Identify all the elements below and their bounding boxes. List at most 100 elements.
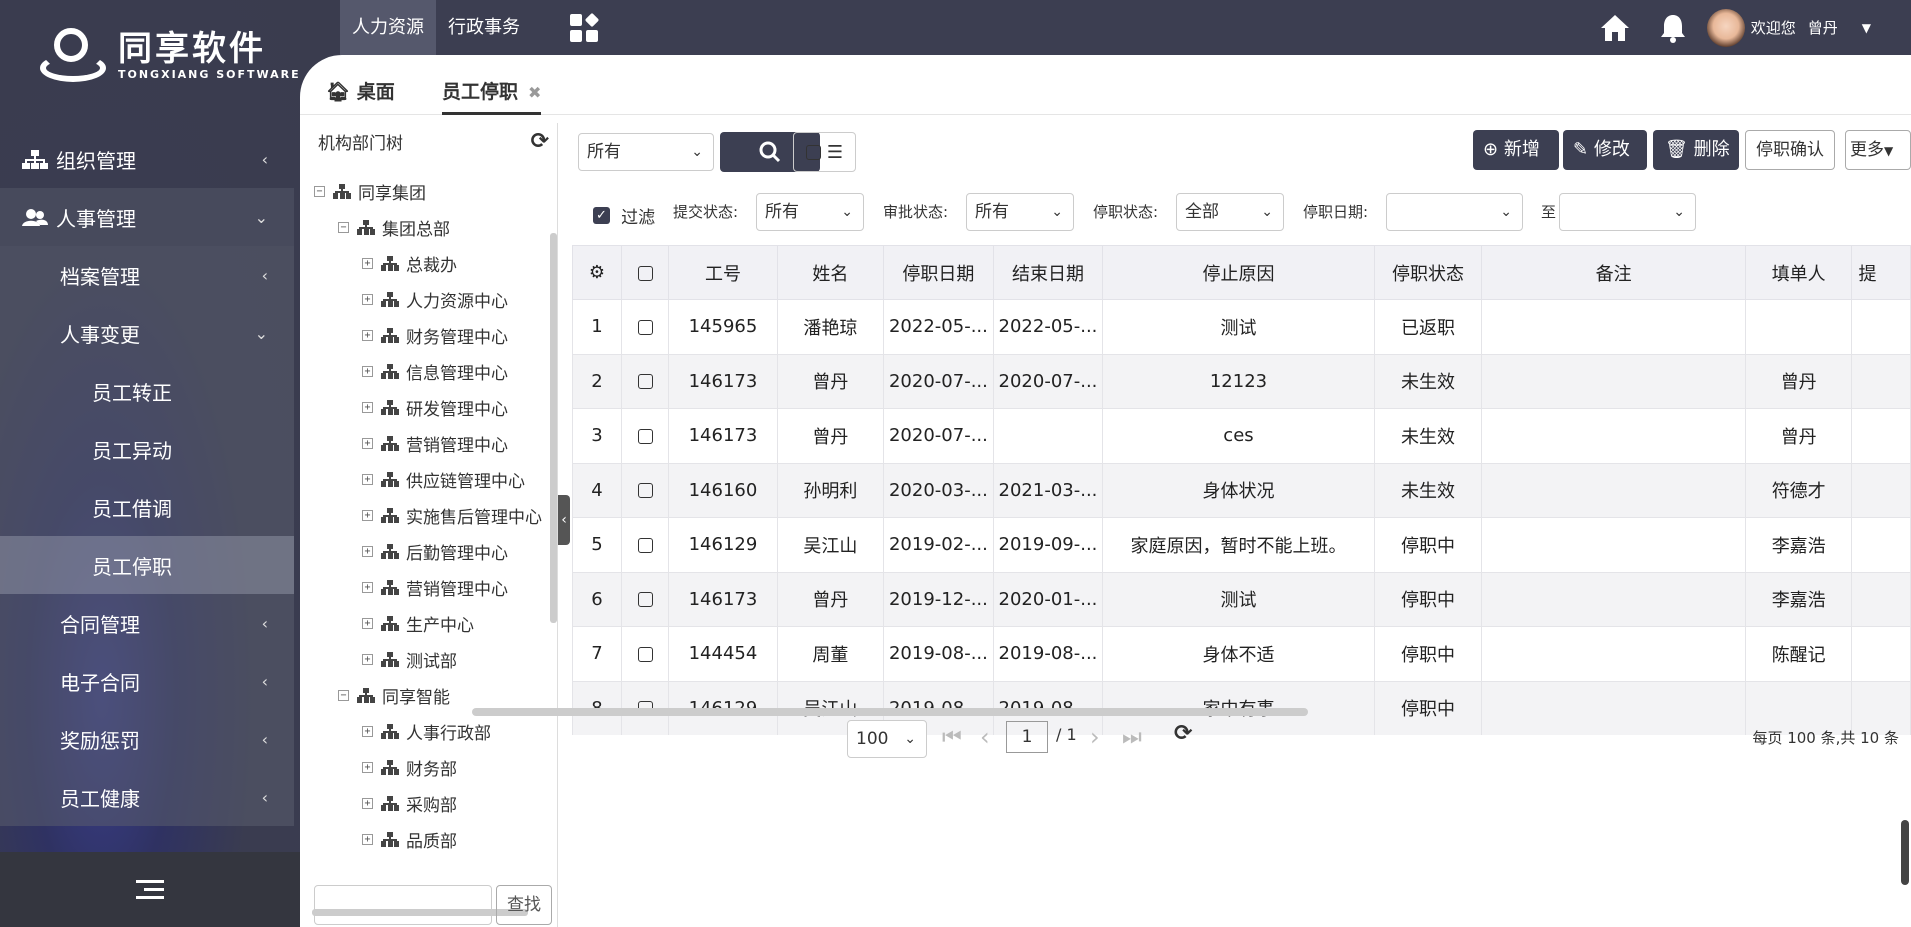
tree-node[interactable]: − 集团总部 — [308, 209, 554, 245]
tree-node[interactable]: + 研发管理中心 — [308, 389, 554, 425]
expand-icon[interactable]: + — [362, 329, 373, 341]
expand-icon[interactable]: + — [362, 833, 373, 845]
close-tab-icon[interactable]: ✖ — [528, 83, 541, 102]
tab-employee-suspension[interactable]: 员工停职 ✖ — [442, 77, 542, 115]
sidebar-item-1[interactable]: 人事管理 ⌄ — [0, 188, 294, 246]
expand-icon[interactable]: + — [362, 653, 373, 665]
tree-search-input[interactable] — [314, 885, 492, 925]
scope-select[interactable]: 所有 ⌄ — [578, 133, 714, 171]
expand-icon[interactable]: + — [362, 473, 373, 485]
date-to-select[interactable]: ⌄ — [1559, 193, 1696, 231]
tree-node[interactable]: + 供应链管理中心 — [308, 461, 554, 497]
collapse-icon[interactable]: − — [338, 221, 349, 233]
prev-page-icon[interactable]: ‹ — [980, 723, 990, 751]
table-row[interactable]: 1 145965 潘艳琼 2022-05-... 2022-05-... 测试 已返职 — [572, 299, 1911, 355]
tree-node[interactable]: + 营销管理中心 — [308, 425, 554, 461]
suspend-status-select[interactable]: 全部 ⌄ — [1176, 193, 1284, 231]
expand-icon[interactable]: + — [362, 401, 373, 413]
col-submit[interactable]: 提 — [1851, 245, 1911, 300]
delete-button[interactable]: 🗑︎ 删除 — [1653, 130, 1739, 170]
row-checkbox[interactable] — [620, 299, 670, 355]
row-checkbox[interactable] — [620, 353, 670, 409]
expand-icon[interactable]: + — [362, 365, 373, 377]
row-checkbox[interactable] — [620, 626, 670, 682]
table-row[interactable]: 6 146173 曾丹 2019-12-... 2020-01-... 测试 停职中 李嘉浩 — [572, 571, 1911, 627]
sidebar-item-9[interactable]: 电子合同 ‹ — [0, 652, 294, 710]
table-row[interactable]: 2 146173 曾丹 2020-07-... 2020-07-... 12123 未生效曾… — [572, 353, 1911, 409]
sidebar-item-7[interactable]: 员工停职 — [0, 536, 294, 594]
tree-node[interactable]: + 人力资源中心 — [308, 281, 554, 317]
expand-icon[interactable]: + — [362, 797, 373, 809]
expand-icon[interactable]: + — [362, 293, 373, 305]
table-row[interactable]: 4 146160 孙明利 2020-03-... 2021-03-... 身体状况 未生效 符… — [572, 462, 1911, 518]
expand-icon[interactable]: + — [362, 581, 373, 593]
tree-node[interactable]: + 后勤管理中心 — [308, 533, 554, 569]
tree-scrollbar[interactable] — [550, 233, 557, 623]
expand-icon[interactable]: + — [362, 437, 373, 449]
tree-node[interactable]: + 采购部 — [308, 785, 554, 821]
home-icon[interactable] — [1599, 13, 1631, 43]
submit-status-select[interactable]: 所有 ⌄ — [756, 193, 864, 231]
expand-icon[interactable]: + — [362, 509, 373, 521]
sidebar-item-3[interactable]: 人事变更 ⌄ — [0, 304, 294, 362]
expand-icon[interactable]: + — [362, 761, 373, 773]
tree-node[interactable]: − 同享集团 — [308, 173, 554, 209]
row-checkbox[interactable] — [620, 408, 670, 464]
refresh-icon[interactable]: ⟳ — [1174, 721, 1192, 746]
refresh-icon[interactable]: ⟳ — [531, 129, 549, 154]
confirm-suspension-button[interactable]: 停职确认 — [1745, 130, 1835, 170]
table-row[interactable]: 3 146173 曾丹 2020-07-... ces 未生效 曾丹 — [572, 408, 1911, 464]
tree-node[interactable]: + 信息管理中心 — [308, 353, 554, 389]
sidebar-item-2[interactable]: 档案管理 ‹ — [0, 246, 294, 304]
more-button[interactable]: 更多▼ — [1845, 130, 1911, 170]
tree-node[interactable]: + 测试部 — [308, 641, 554, 677]
sidebar-item-4[interactable]: 员工转正 — [0, 362, 294, 420]
sidebar-item-8[interactable]: 合同管理 ‹ — [0, 594, 294, 652]
tree-node[interactable]: + 品质部 — [308, 821, 554, 853]
tab-admin[interactable]: 行政事务 — [436, 0, 532, 55]
apps-grid-icon[interactable] — [570, 12, 600, 44]
add-button[interactable]: ⊕ 新增 — [1473, 130, 1559, 170]
filter-settings-button[interactable]: ☰ — [793, 132, 856, 172]
tree-node[interactable]: + 总裁办 — [308, 245, 554, 281]
next-page-icon[interactable]: › — [1090, 723, 1100, 751]
first-page-icon[interactable]: ⏮︎ — [942, 725, 962, 750]
tree-node[interactable]: + 营销管理中心 — [308, 569, 554, 605]
col-name[interactable]: 姓名 — [776, 245, 885, 300]
column-settings-icon[interactable]: ⚙ — [572, 245, 622, 300]
collapse-icon[interactable]: − — [314, 185, 325, 197]
chevron-down-icon[interactable]: ▼ — [1862, 21, 1871, 35]
page-input[interactable]: 1 — [1006, 721, 1048, 753]
notification-bell-icon[interactable] — [1659, 13, 1687, 43]
edit-button[interactable]: ✎ 修改 — [1563, 130, 1647, 170]
row-checkbox[interactable] — [620, 462, 670, 518]
col-employee-id[interactable]: 工号 — [668, 245, 778, 300]
expand-icon[interactable]: + — [362, 257, 373, 269]
tab-hr[interactable]: 人力资源 — [340, 0, 436, 55]
col-status[interactable]: 停职状态 — [1373, 245, 1483, 300]
sidebar-item-5[interactable]: 员工异动 — [0, 420, 294, 478]
sidebar-item-0[interactable]: 组织管理 ‹ — [0, 130, 294, 188]
tree-node[interactable]: + 实施售后管理中心 — [308, 497, 554, 533]
filter-checkbox[interactable]: ✓ 过滤 — [593, 203, 655, 228]
sidebar-item-10[interactable]: 奖励惩罚 ‹ — [0, 710, 294, 768]
sidebar-item-6[interactable]: 员工借调 — [0, 478, 294, 536]
col-note[interactable]: 备注 — [1481, 245, 1746, 300]
table-row[interactable]: 5 146129 吴江山 2019-02-... 2019-09-... 家庭原因，暂时不… — [572, 517, 1911, 573]
tab-desktop[interactable]: 🏠︎ 桌面 — [326, 77, 395, 104]
avatar[interactable] — [1706, 8, 1745, 47]
row-checkbox[interactable] — [620, 571, 670, 627]
tree-search-button[interactable]: 查找 — [496, 885, 552, 925]
expand-icon[interactable]: + — [362, 545, 373, 557]
collapse-icon[interactable]: − — [338, 689, 349, 701]
select-all-checkbox[interactable] — [620, 245, 670, 300]
row-checkbox[interactable] — [620, 517, 670, 573]
sidebar-item-11[interactable]: 员工健康 ‹ — [0, 768, 294, 826]
col-reason[interactable]: 停止原因 — [1102, 245, 1375, 300]
col-start-date[interactable]: 停职日期 — [883, 245, 994, 300]
tree-node[interactable]: + 财务管理中心 — [308, 317, 554, 353]
collapse-tree-handle[interactable]: ‹ — [558, 495, 570, 545]
col-filler[interactable]: 填单人 — [1744, 245, 1853, 300]
user-name[interactable]: 曾丹 — [1808, 17, 1838, 38]
col-end-date[interactable]: 结束日期 — [992, 245, 1104, 300]
